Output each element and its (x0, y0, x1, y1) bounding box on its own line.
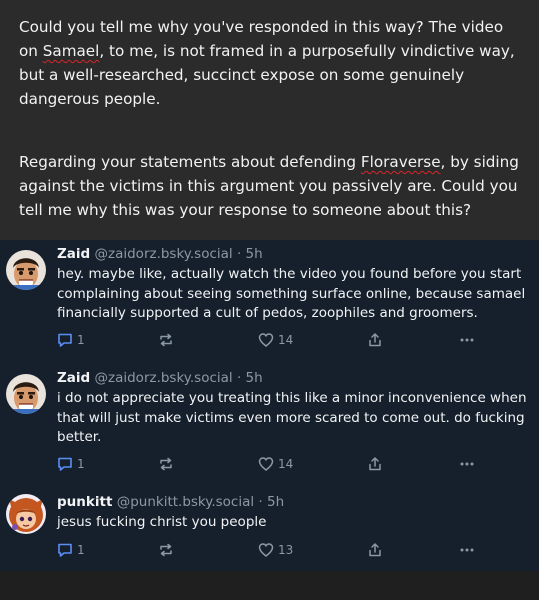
post-header: punkitt @punkitt.bsky.social · 5h (57, 493, 284, 511)
author-handle-time[interactable]: @zaidorz.bsky.social · 5h (95, 246, 263, 262)
author-name[interactable]: punkitt (57, 494, 112, 510)
share-button[interactable] (367, 541, 383, 559)
repost-button[interactable] (158, 331, 174, 349)
more-icon (460, 338, 474, 342)
reply-icon (58, 333, 72, 347)
avatar-image (6, 494, 46, 534)
like-button[interactable]: 14 (258, 455, 293, 473)
post-text: jesus fucking christ you people (57, 514, 267, 530)
post-thread: Zaid @zaidorz.bsky.social · 5h hey. mayb… (0, 240, 539, 571)
text-run: Regarding your statements about defendin… (19, 153, 361, 171)
reply-button[interactable]: 1 (57, 331, 85, 349)
like-icon (258, 457, 274, 471)
avatar[interactable] (6, 494, 46, 534)
more-button[interactable] (459, 331, 475, 349)
author-handle-time[interactable]: @zaidorz.bsky.social · 5h (95, 370, 263, 386)
reply-button[interactable]: 1 (57, 455, 85, 473)
reply-icon (58, 543, 72, 557)
like-icon (258, 543, 274, 557)
reply-icon (58, 457, 72, 471)
message-paragraph-2: Regarding your statements about defendin… (19, 150, 524, 222)
share-button[interactable] (367, 331, 383, 349)
post-actions: 1 13 (57, 541, 477, 559)
like-count: 14 (278, 457, 294, 471)
author-handle-time[interactable]: @punkitt.bsky.social · 5h (117, 494, 284, 510)
reply-button[interactable]: 1 (57, 541, 85, 559)
post-text: i do not appreciate you treating this li… (57, 390, 527, 445)
message-paragraph-1: Could you tell me why you've responded i… (19, 15, 524, 111)
repost-icon (160, 457, 172, 471)
share-button[interactable] (367, 455, 383, 473)
like-button[interactable]: 13 (258, 541, 293, 559)
post-actions: 1 14 (57, 455, 477, 473)
author-name[interactable]: Zaid (57, 370, 90, 386)
post-header: Zaid @zaidorz.bsky.social · 5h (57, 245, 263, 263)
reply-count: 1 (77, 457, 85, 471)
more-icon (460, 548, 474, 552)
share-icon (369, 457, 381, 471)
share-icon (369, 543, 381, 557)
avatar-image (6, 250, 46, 290)
misspelled-word[interactable]: Samael (43, 42, 100, 60)
message-composer[interactable]: Could you tell me why you've responded i… (0, 0, 539, 240)
avatar-image (6, 374, 46, 414)
share-icon (369, 333, 381, 347)
more-button[interactable] (459, 455, 475, 473)
like-count: 13 (278, 543, 294, 557)
more-icon (460, 462, 474, 466)
reply-count: 1 (77, 333, 85, 347)
like-button[interactable]: 14 (258, 331, 293, 349)
misspelled-word[interactable]: Floraverse (361, 153, 441, 171)
reply-count: 1 (77, 543, 85, 557)
avatar[interactable] (6, 250, 46, 290)
avatar[interactable] (6, 374, 46, 414)
post-text: hey. maybe like, actually watch the vide… (57, 266, 526, 321)
repost-icon (160, 543, 172, 557)
author-name[interactable]: Zaid (57, 246, 90, 262)
like-count: 14 (278, 333, 294, 347)
like-icon (258, 333, 274, 347)
post-actions: 1 14 (57, 331, 477, 349)
repost-button[interactable] (158, 541, 174, 559)
more-button[interactable] (459, 541, 475, 559)
bottom-bar (0, 571, 539, 600)
repost-icon (160, 333, 172, 347)
repost-button[interactable] (158, 455, 174, 473)
post-header: Zaid @zaidorz.bsky.social · 5h (57, 369, 263, 387)
